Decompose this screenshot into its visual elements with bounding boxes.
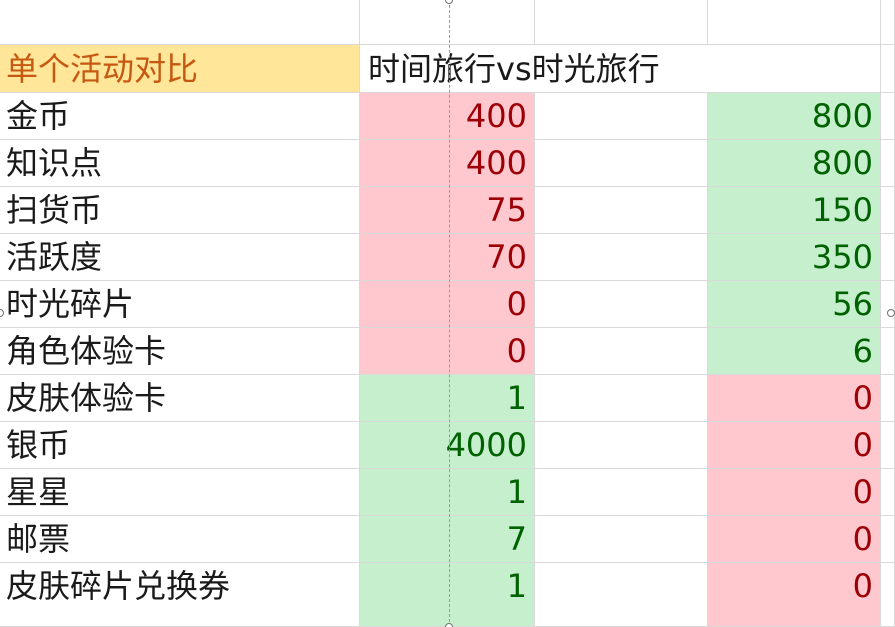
cell-empty[interactable] [535,93,708,140]
selection-handle-bottom[interactable] [445,623,453,627]
row-label-cell[interactable]: 扫货币 [0,187,360,234]
cell-empty[interactable] [535,328,708,375]
time-travel-value-cell[interactable]: 1 [360,469,535,516]
row-label-cell[interactable]: 皮肤体验卡 [0,375,360,422]
cell-empty[interactable] [708,45,881,93]
time-travel-value-cell[interactable]: 1 [360,563,535,627]
cell-empty[interactable] [0,0,360,45]
cell-empty[interactable] [881,140,895,187]
time-travel-value-cell[interactable]: 400 [360,93,535,140]
time-light-travel-value-cell[interactable]: 0 [708,516,881,563]
cell-empty[interactable] [535,422,708,469]
title-cell[interactable]: 单个活动对比 [0,45,360,93]
row-label-cell[interactable]: 时光碎片 [0,281,360,328]
time-travel-value-cell[interactable]: 1 [360,375,535,422]
cell-empty[interactable] [881,0,895,45]
row-label-cell[interactable]: 活跃度 [0,234,360,281]
cell-empty[interactable] [881,422,895,469]
cell-empty[interactable] [881,375,895,422]
cell-empty[interactable] [881,469,895,516]
cell-empty[interactable] [535,469,708,516]
time-light-travel-value-cell[interactable]: 350 [708,234,881,281]
time-light-travel-value-cell[interactable]: 800 [708,93,881,140]
time-light-travel-value-cell[interactable]: 800 [708,140,881,187]
row-label-cell[interactable]: 金币 [0,93,360,140]
row-label-cell[interactable]: 皮肤碎片兑换券 [0,563,360,627]
cell-empty[interactable] [535,0,708,45]
comparison-header-cell[interactable]: 时间旅行vs时光旅行 [360,45,708,93]
cell-empty[interactable] [535,375,708,422]
spreadsheet-grid[interactable]: 单个活动对比 时间旅行vs时光旅行 金币 400 800 知识点 400 800 扫货币 75… [0,0,895,627]
time-light-travel-value-cell[interactable]: 6 [708,328,881,375]
cell-empty[interactable] [881,563,895,627]
cell-empty[interactable] [535,563,708,627]
cell-empty[interactable] [881,187,895,234]
cell-empty[interactable] [360,0,535,45]
time-light-travel-value-cell[interactable]: 0 [708,469,881,516]
row-label-cell[interactable]: 邮票 [0,516,360,563]
time-travel-value-cell[interactable]: 75 [360,187,535,234]
cell-empty[interactable] [535,516,708,563]
time-light-travel-value-cell[interactable]: 56 [708,281,881,328]
cell-empty[interactable] [881,93,895,140]
row-label-cell[interactable]: 知识点 [0,140,360,187]
cell-empty[interactable] [708,0,881,45]
time-travel-value-cell[interactable]: 0 [360,281,535,328]
time-light-travel-value-cell[interactable]: 150 [708,187,881,234]
time-light-travel-value-cell[interactable]: 0 [708,563,881,627]
cell-empty[interactable] [535,140,708,187]
cell-empty[interactable] [881,328,895,375]
row-label-cell[interactable]: 角色体验卡 [0,328,360,375]
time-travel-value-cell[interactable]: 400 [360,140,535,187]
cell-grid[interactable]: 单个活动对比 时间旅行vs时光旅行 金币 400 800 知识点 400 800 扫货币 75… [0,0,895,627]
cell-empty[interactable] [881,234,895,281]
row-label-cell[interactable]: 银币 [0,422,360,469]
time-light-travel-value-cell[interactable]: 0 [708,375,881,422]
cell-empty[interactable] [535,234,708,281]
cell-empty[interactable] [881,45,895,93]
cell-empty[interactable] [881,281,895,328]
time-travel-value-cell[interactable]: 7 [360,516,535,563]
cell-empty[interactable] [535,187,708,234]
cell-empty[interactable] [535,281,708,328]
selection-handle-right[interactable] [887,309,895,317]
time-travel-value-cell[interactable]: 4000 [360,422,535,469]
cell-empty[interactable] [881,516,895,563]
row-label-cell[interactable]: 星星 [0,469,360,516]
time-travel-value-cell[interactable]: 0 [360,328,535,375]
time-light-travel-value-cell[interactable]: 0 [708,422,881,469]
time-travel-value-cell[interactable]: 70 [360,234,535,281]
